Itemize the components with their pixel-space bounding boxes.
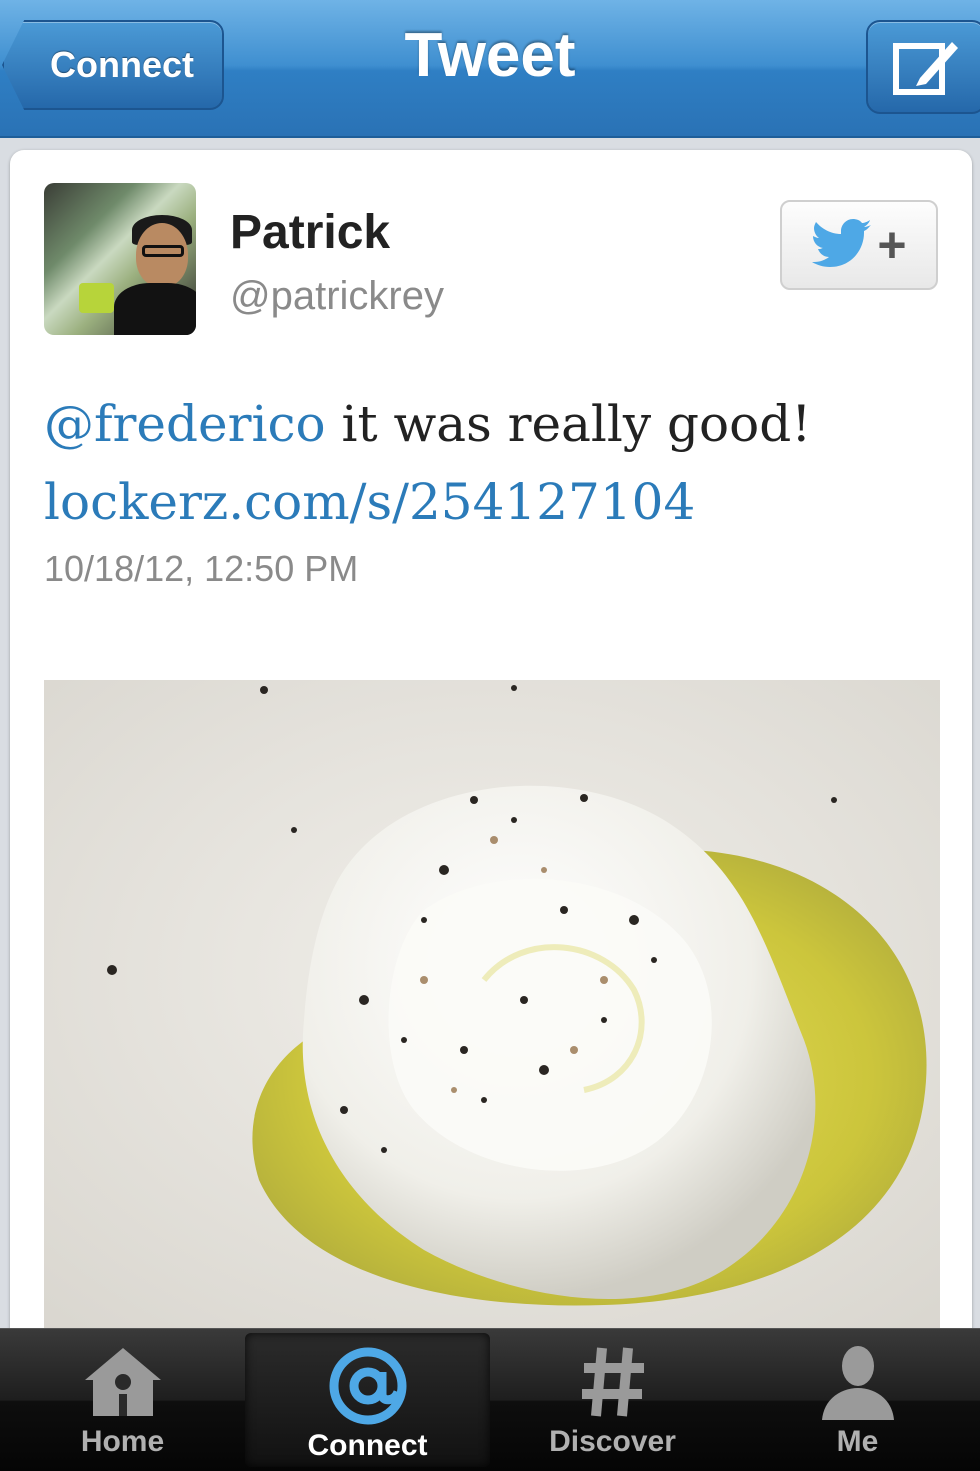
tab-discover-label: Discover: [549, 1425, 676, 1458]
navigation-bar: Connect Tweet: [0, 0, 980, 138]
follow-button[interactable]: +: [780, 200, 938, 290]
tab-bar: Home Connect Discover Me: [0, 1328, 980, 1471]
url-link[interactable]: lockerz.com/s/254127104: [44, 473, 695, 531]
at-icon: [329, 1347, 406, 1425]
tab-me[interactable]: Me: [735, 1329, 980, 1471]
tab-home-label: Home: [80, 1425, 165, 1458]
tab-discover[interactable]: Discover: [490, 1329, 735, 1471]
tweet-text: @frederico it was really good! lockerz.co…: [44, 385, 944, 541]
mention-link[interactable]: @frederico: [44, 395, 326, 453]
hash-icon: [581, 1347, 644, 1417]
user-name[interactable]: Patrick: [230, 205, 390, 260]
avatar[interactable]: [44, 183, 196, 335]
twitter-bird-icon: [812, 219, 872, 267]
compose-icon: [893, 42, 958, 95]
tab-me-label: Me: [836, 1425, 879, 1458]
tweet-timestamp: 10/18/12, 12:50 PM: [44, 548, 359, 589]
page-title: Tweet: [404, 21, 576, 90]
tab-home[interactable]: Home: [0, 1329, 245, 1471]
poached-egg-image: [44, 680, 940, 1330]
tab-connect[interactable]: Connect: [245, 1333, 490, 1467]
home-icon: [84, 1348, 161, 1416]
follow-plus: +: [877, 217, 907, 273]
user-handle[interactable]: @patrickrey: [230, 274, 444, 319]
person-icon: [821, 1346, 894, 1420]
tweet-body: it was really good!: [325, 395, 812, 453]
compose-button[interactable]: [866, 20, 980, 114]
tweet-photo[interactable]: [44, 680, 940, 1330]
tab-connect-label: Connect: [307, 1429, 428, 1462]
